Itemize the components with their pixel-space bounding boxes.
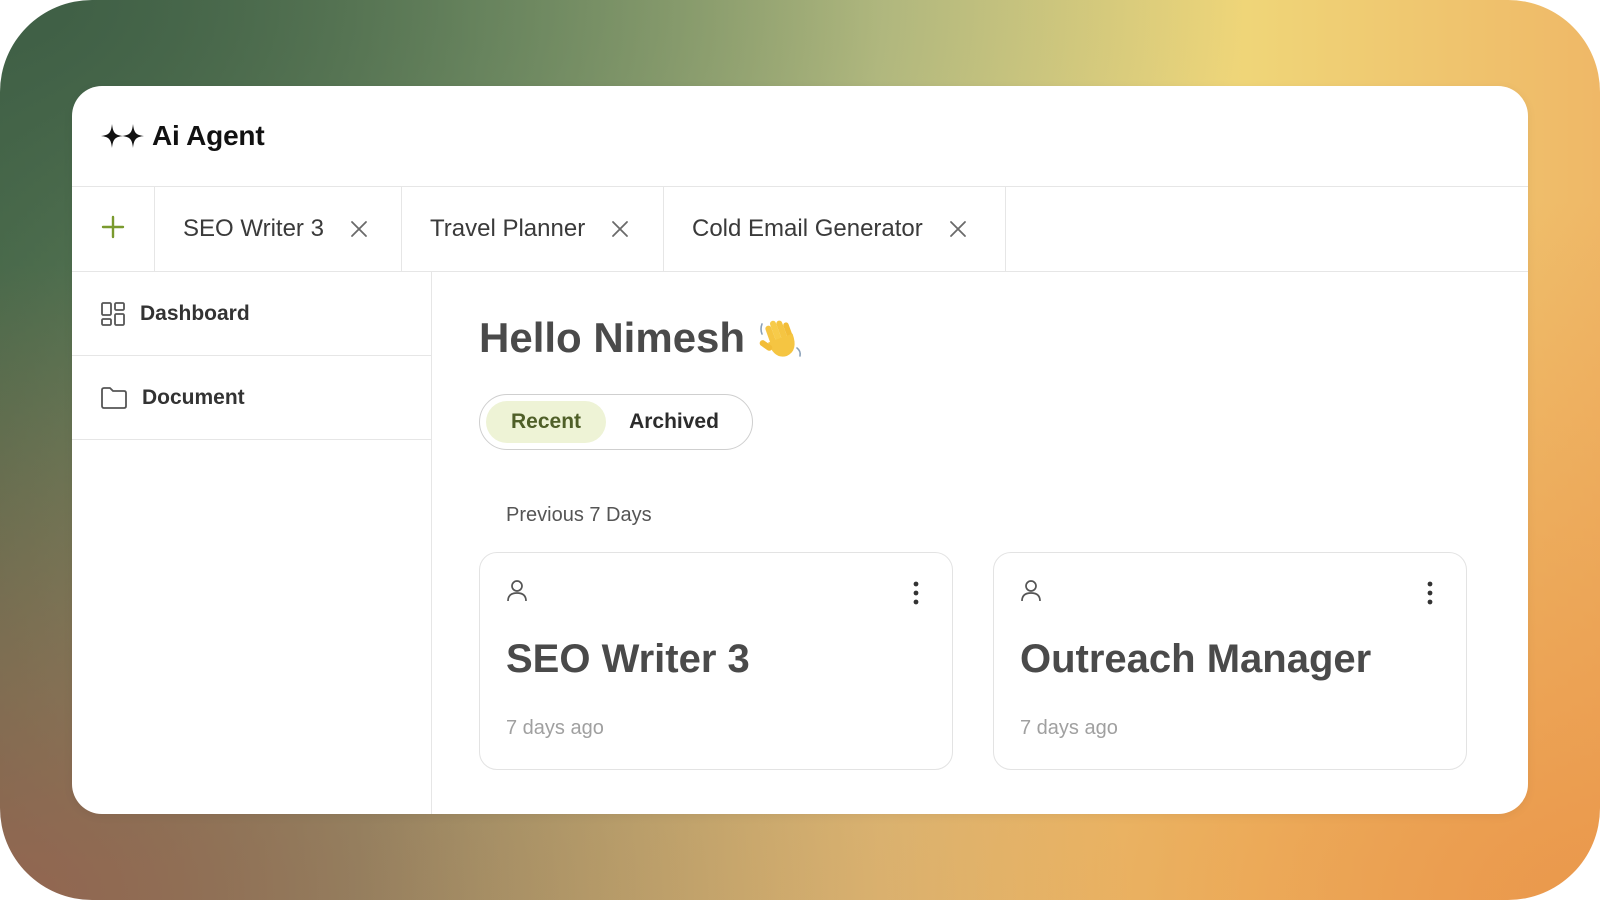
sparkles-icon	[100, 122, 146, 150]
card-timestamp: 7 days ago	[506, 717, 604, 739]
sidebar-item-label: Document	[142, 385, 245, 409]
waving-hand-icon	[757, 314, 805, 362]
logo[interactable]: Ai Agent	[100, 120, 265, 152]
tab-label: Cold Email Generator	[692, 215, 923, 242]
sidebar: Dashboard Document	[72, 272, 432, 814]
tab-seo-writer-3[interactable]: SEO Writer 3	[155, 187, 402, 271]
tab-cold-email-generator[interactable]: Cold Email Generator	[664, 187, 1006, 271]
sidebar-item-document[interactable]: Document	[72, 356, 431, 440]
card-title: SEO Writer 3	[506, 637, 750, 681]
card-title: Outreach Manager	[1020, 637, 1372, 681]
sidebar-item-label: Dashboard	[140, 301, 250, 325]
close-icon[interactable]	[611, 220, 629, 238]
greeting-heading: Hello Nimesh	[479, 314, 805, 362]
app-window: Ai Agent SEO Writer 3 Travel Planner Col…	[72, 86, 1528, 814]
close-icon[interactable]	[949, 220, 967, 238]
section-label: Previous 7 Days	[506, 504, 652, 526]
more-vertical-icon[interactable]	[1426, 581, 1434, 605]
app-title: Ai Agent	[152, 120, 265, 151]
tab-bar: SEO Writer 3 Travel Planner Cold Email G…	[72, 187, 1528, 272]
card-timestamp: 7 days ago	[1020, 717, 1118, 739]
more-vertical-icon[interactable]	[912, 581, 920, 605]
background-frame: Ai Agent SEO Writer 3 Travel Planner Col…	[0, 0, 1600, 900]
close-icon[interactable]	[350, 220, 368, 238]
dashboard-grid-icon	[100, 301, 126, 327]
main-content: Hello Nimesh Recent Archived Previous 7 …	[433, 272, 1528, 814]
folder-icon	[100, 386, 128, 410]
archived-toggle-button[interactable]: Archived	[606, 401, 742, 443]
app-header: Ai Agent	[72, 86, 1528, 187]
sidebar-item-dashboard[interactable]: Dashboard	[72, 272, 431, 356]
user-icon	[1020, 579, 1042, 603]
user-icon	[506, 579, 528, 603]
greeting-text: Hello Nimesh	[479, 314, 746, 361]
tab-label: SEO Writer 3	[183, 215, 324, 242]
plus-icon	[101, 215, 125, 244]
tab-label: Travel Planner	[430, 215, 586, 242]
new-tab-button[interactable]	[72, 187, 155, 271]
tab-travel-planner[interactable]: Travel Planner	[402, 187, 664, 271]
agent-card[interactable]: SEO Writer 3 7 days ago	[479, 552, 953, 770]
recent-archived-toggle: Recent Archived	[479, 394, 753, 450]
agent-card[interactable]: Outreach Manager 7 days ago	[993, 552, 1467, 770]
recent-toggle-button[interactable]: Recent	[486, 401, 606, 443]
